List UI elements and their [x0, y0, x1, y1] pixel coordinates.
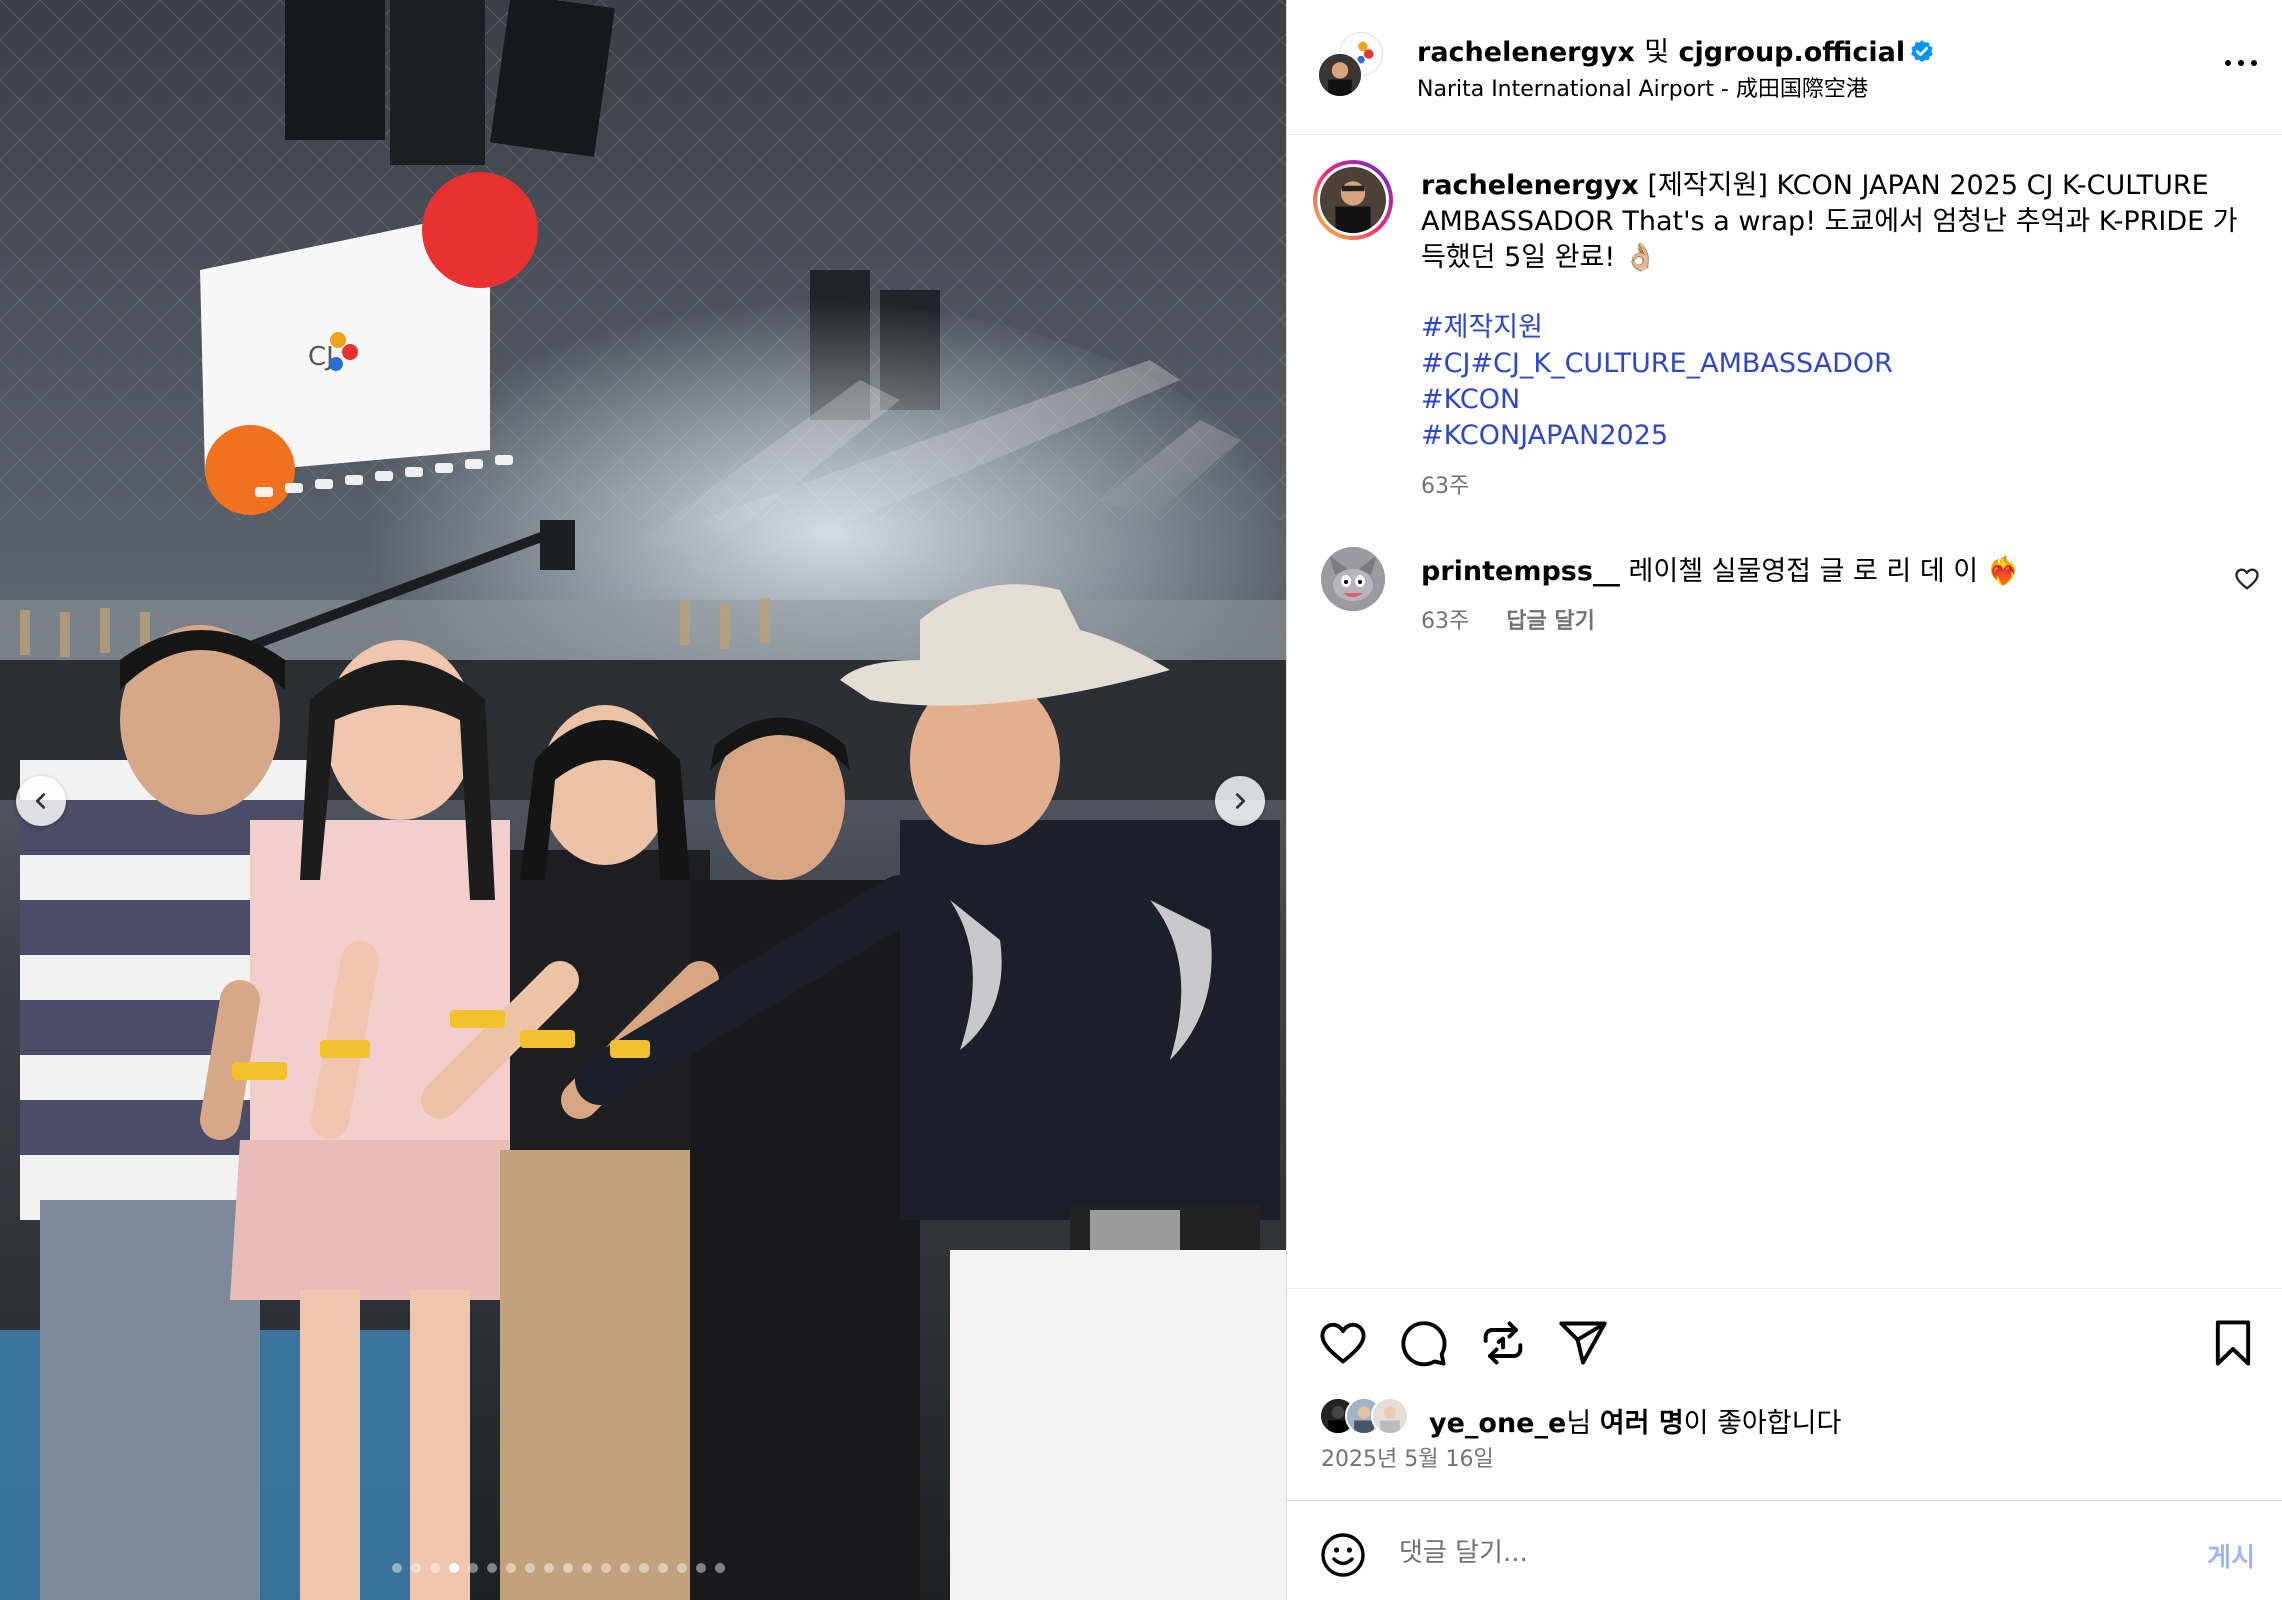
caption-timestamp: 63주 [1421, 474, 1470, 499]
more-horizontal-icon [2225, 60, 2231, 66]
carousel-indicator [0, 1563, 1286, 1573]
speech-bubble-icon [1401, 1321, 1447, 1367]
carousel-dot [448, 1563, 459, 1573]
smiley-icon[interactable] [1319, 1531, 1367, 1579]
comment-meta: 63주 답글 달기 [1421, 603, 1625, 635]
hashtag-link[interactable]: #CJ#CJ_K_CULTURE_AMBASSADOR [1421, 346, 1893, 382]
likes-text: ye_one_e님 여러 명이 좋아합니다 [1429, 1401, 1841, 1440]
hashtag-link[interactable]: #제작지원 [1421, 310, 1893, 346]
comment-content: printempss__ 레이첼 실물영접 글 로 리 데 이 ❤️‍🔥 [1421, 549, 2020, 588]
authors-conjunction: 및 [1644, 37, 1670, 68]
post-media[interactable]: CJ [0, 0, 1286, 1600]
caption-author-avatar[interactable] [1313, 160, 1393, 240]
chevron-right-icon [1235, 793, 1246, 809]
more-options-button[interactable] [2221, 48, 2261, 78]
bookmark-icon [2215, 1320, 2251, 1366]
carousel-dot [714, 1563, 725, 1573]
next-slide-button[interactable] [1215, 776, 1265, 826]
commenter-username[interactable]: printempss__ [1421, 556, 1620, 587]
liker-username[interactable]: ye_one_e [1429, 1408, 1566, 1439]
carousel-dot [505, 1563, 516, 1573]
post-actions-bar [1287, 1288, 2282, 1398]
caption-hashtags: #제작지원 #CJ#CJ_K_CULTURE_AMBASSADOR #KCON … [1421, 310, 1893, 454]
paper-plane-icon [1559, 1321, 1607, 1365]
heart-icon [1320, 1322, 1366, 1364]
likes-suffix-pre: 님 [1566, 1408, 1600, 1439]
carousel-dot [391, 1563, 402, 1573]
carousel-dot [410, 1563, 421, 1573]
add-comment-bar: 게시 [1287, 1500, 2282, 1600]
previous-slide-button[interactable] [16, 776, 66, 826]
post-header: rachelenergyx 및 cjgroup.official Narita … [1287, 0, 2282, 135]
carousel-dot [486, 1563, 497, 1573]
author-avatar-group[interactable] [1317, 32, 1383, 98]
comment-like-heart-icon[interactable] [2233, 565, 2261, 593]
carousel-dot [619, 1563, 630, 1573]
carousel-dot [581, 1563, 592, 1573]
carousel-dot [562, 1563, 573, 1573]
cartoon-cat-icon [1321, 547, 1385, 611]
hashtag-link[interactable]: #KCON [1421, 382, 1893, 418]
carousel-dot [524, 1563, 535, 1573]
repost-button[interactable] [1477, 1317, 1529, 1369]
comment-input[interactable] [1399, 1527, 2119, 1579]
person-photo-icon [1319, 54, 1361, 96]
repost-icon [1483, 1321, 1523, 1365]
commenter-avatar[interactable] [1321, 547, 1385, 611]
comment-item: printempss__ 레이첼 실물영접 글 로 리 데 이 ❤️‍🔥 63주… [1287, 545, 2282, 645]
carousel-dot [676, 1563, 687, 1573]
carousel-dot [638, 1563, 649, 1573]
comment-timestamp: 63주 [1421, 609, 1470, 634]
carousel-dot [429, 1563, 440, 1573]
person-photo-icon [1320, 167, 1386, 233]
carousel-dot [657, 1563, 668, 1573]
carousel-dot [695, 1563, 706, 1573]
person-photo-icon [1373, 1399, 1407, 1433]
concert-photo: CJ [0, 0, 1286, 1600]
comment-body: 레이첼 실물영접 글 로 리 데 이 ❤️‍🔥 [1628, 556, 2021, 587]
save-button[interactable] [2207, 1317, 2259, 1369]
likes-others-link[interactable]: 여러 명 [1600, 1408, 1684, 1439]
verified-badge-icon [1911, 39, 1933, 62]
reply-button[interactable]: 답글 달기 [1506, 609, 1595, 634]
post-date[interactable]: 2025년 5월 16일 [1321, 1441, 1494, 1473]
chevron-left-icon [35, 793, 46, 809]
like-button[interactable] [1317, 1317, 1369, 1369]
share-button[interactable] [1557, 1317, 1609, 1369]
post-details-panel: rachelenergyx 및 cjgroup.official Narita … [1286, 0, 2282, 1600]
carousel-dot [543, 1563, 554, 1573]
post-location[interactable]: Narita International Airport - 成田国際空港 [1417, 71, 1868, 103]
likes-summary[interactable]: ye_one_e님 여러 명이 좋아합니다 [1287, 1395, 2282, 1439]
carousel-dot [600, 1563, 611, 1573]
carousel-dot [467, 1563, 478, 1573]
comment-button[interactable] [1397, 1317, 1449, 1369]
likers-avatars [1319, 1397, 1409, 1437]
likes-suffix-post: 이 좋아합니다 [1683, 1408, 1842, 1439]
author-avatar[interactable] [1317, 52, 1363, 98]
post-authors: rachelenergyx 및 cjgroup.official [1417, 30, 1935, 69]
caption-text: rachelenergyx [제작지원] KCON JAPAN 2025 CJ … [1421, 168, 2251, 276]
post-comment-button[interactable]: 게시 [2207, 1537, 2255, 1574]
author-username[interactable]: rachelenergyx [1417, 37, 1635, 68]
liker-avatar [1371, 1397, 1409, 1435]
caption-username[interactable]: rachelenergyx [1421, 170, 1639, 201]
hashtag-link[interactable]: #KCONJAPAN2025 [1421, 418, 1893, 454]
collaborator-username[interactable]: cjgroup.official [1679, 37, 1906, 68]
